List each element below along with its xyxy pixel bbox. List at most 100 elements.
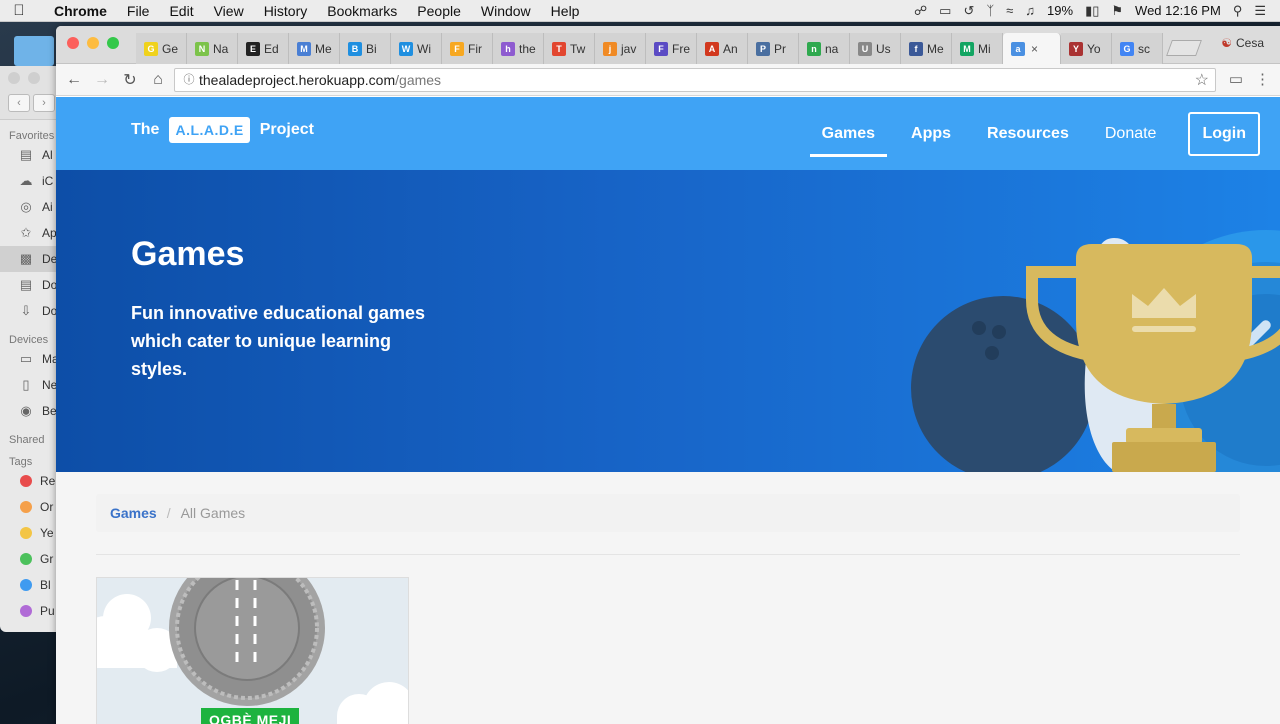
chrome-menu-icon[interactable]: ⋮ — [1255, 70, 1270, 88]
finder-back-icon[interactable]: ‹ — [8, 94, 30, 112]
window-close-button[interactable] — [67, 37, 79, 49]
battery-percent[interactable]: 19% — [1047, 3, 1073, 18]
airplay-icon[interactable]: ▭ — [939, 3, 951, 19]
battery-icon[interactable]: ▮▯ — [1085, 3, 1099, 19]
site-info-icon[interactable]: ⓘ — [179, 70, 199, 90]
nav-resources[interactable]: Resources — [969, 97, 1087, 170]
window-minimize-button[interactable] — [87, 37, 99, 49]
finder-close-button[interactable] — [8, 72, 20, 84]
back-arrow-icon[interactable]: ← — [60, 71, 88, 89]
menu-clock[interactable]: Wed 12:16 PM — [1135, 3, 1221, 18]
nav-apps[interactable]: Apps — [893, 97, 969, 170]
nav-links: Games Apps Resources Donate Login — [804, 97, 1260, 170]
nav-games[interactable]: Games — [804, 97, 893, 170]
finder-item-airdrop[interactable]: ◎ Ai — [0, 194, 59, 220]
tab-favicon-icon: Y — [1069, 41, 1083, 56]
browser-tab[interactable]: F Fre — [646, 33, 697, 64]
finder-tag-item[interactable]: Pu — [0, 598, 59, 624]
tab-favicon-icon: W — [399, 41, 413, 56]
hero-illustration — [911, 230, 1280, 472]
tab-label: Ge — [162, 41, 179, 56]
finder-tag-item[interactable]: Gr — [0, 546, 59, 572]
brand-the: The — [131, 121, 160, 138]
finder-item-documents[interactable]: ▤ Do — [0, 272, 59, 298]
finder-item-device[interactable]: ▯ Ne — [0, 372, 59, 398]
volume-icon[interactable]: ♫ — [1025, 3, 1035, 18]
menu-file[interactable]: File — [117, 3, 160, 19]
new-tab-button[interactable] — [1166, 40, 1202, 56]
finder-item-downloads[interactable]: ⇩ Do — [0, 298, 59, 324]
tab-active[interactable]: a × — [1003, 33, 1061, 64]
time-machine-icon[interactable]: ↺ — [963, 3, 974, 19]
files-icon: ▤ — [19, 147, 33, 162]
wifi-icon[interactable]: ≈ — [1006, 3, 1013, 18]
finder-forward-icon[interactable]: › — [33, 94, 55, 112]
browser-tab[interactable]: A An — [697, 33, 748, 64]
spotlight-search-icon[interactable]: ⚲ — [1233, 3, 1243, 19]
finder-item-desktop[interactable]: ▩ De — [0, 246, 59, 272]
browser-tab[interactable]: U Us — [850, 33, 901, 64]
forward-arrow-icon[interactable]: → — [88, 71, 116, 89]
browser-tab[interactable]: h the — [493, 33, 544, 64]
window-zoom-button[interactable] — [107, 37, 119, 49]
finder-tag-item[interactable]: Ye — [0, 520, 59, 546]
game-card[interactable]: OGBÈ MEJI — [96, 577, 409, 724]
menu-bookmarks[interactable]: Bookmarks — [317, 3, 407, 19]
menu-help[interactable]: Help — [541, 3, 590, 19]
home-icon[interactable]: ⌂ — [144, 71, 172, 89]
menu-window[interactable]: Window — [471, 3, 541, 19]
finder-item-all-files[interactable]: ▤ Al — [0, 142, 59, 168]
notification-center-icon[interactable]: ☰ — [1254, 3, 1266, 19]
finder-section-favorites: Favorites — [9, 130, 55, 142]
breadcrumb-games-link[interactable]: Games — [110, 505, 157, 521]
finder-item-icloud[interactable]: ☁ iC — [0, 168, 59, 194]
tab-close-icon[interactable]: × — [1031, 42, 1038, 56]
browser-tab[interactable]: F Fir — [442, 33, 493, 64]
address-url[interactable]: thealadeproject.herokuapp.com/games — [199, 72, 441, 88]
tag-color-dot-icon — [20, 553, 32, 565]
site-brand[interactable]: The A.L.A.D.E Project — [131, 117, 314, 143]
apple-menu-icon[interactable]:  — [0, 2, 38, 19]
reload-icon[interactable]: ↻ — [116, 70, 144, 90]
address-bar[interactable]: ⓘ thealadeproject.herokuapp.com/games ☆ — [174, 68, 1216, 92]
nav-donate[interactable]: Donate — [1087, 97, 1175, 170]
finder-minimize-button[interactable] — [28, 72, 40, 84]
finder-item-applications[interactable]: ✩ Ap — [0, 220, 59, 246]
menu-history[interactable]: History — [254, 3, 318, 19]
browser-tab[interactable]: P Pr — [748, 33, 799, 64]
browser-tab[interactable]: G Ge — [136, 33, 187, 64]
menu-app-name[interactable]: Chrome — [38, 3, 117, 19]
finder-item-device[interactable]: ▭ Ma — [0, 346, 59, 372]
login-button[interactable]: Login — [1188, 111, 1260, 156]
bluetooth-icon[interactable]: ᛉ — [986, 3, 994, 18]
browser-tab[interactable]: M Me — [289, 33, 340, 64]
menu-edit[interactable]: Edit — [159, 3, 203, 19]
cast-icon[interactable]: ▭ — [1229, 70, 1243, 88]
desktop-folder-icon[interactable] — [14, 36, 54, 66]
tab-label: Ed — [264, 41, 279, 56]
menu-view[interactable]: View — [204, 3, 254, 19]
finder-tag-item[interactable]: Re — [0, 468, 59, 494]
browser-tab[interactable]: B Bi — [340, 33, 391, 64]
browser-tab[interactable]: M Mi — [952, 33, 1003, 64]
browser-tab[interactable]: Y Yo — [1061, 33, 1112, 64]
menu-people[interactable]: People — [407, 3, 471, 19]
browser-tab[interactable]: T Tw — [544, 33, 595, 64]
bookmark-star-icon[interactable]: ☆ — [1195, 70, 1209, 90]
creative-cloud-icon[interactable]: ☍ — [914, 3, 927, 19]
browser-tab[interactable]: Gsc — [1112, 33, 1163, 64]
profile-button[interactable]: ☯ Cesa — [1221, 36, 1264, 50]
input-source-flag-icon[interactable]: ⚑ — [1111, 3, 1123, 19]
finder-tag-item[interactable]: Or — [0, 494, 59, 520]
browser-tab[interactable]: E Ed — [238, 33, 289, 64]
tag-color-dot-icon — [20, 605, 32, 617]
browser-tab[interactable]: f Me — [901, 33, 952, 64]
finder-tag-item[interactable]: Bl — [0, 572, 59, 598]
browser-tab[interactable]: n na — [799, 33, 850, 64]
tab-label: Wi — [417, 41, 431, 56]
finder-item-device[interactable]: ◉ Be — [0, 398, 59, 424]
browser-tab[interactable]: j jav — [595, 33, 646, 64]
browser-tab[interactable]: W Wi — [391, 33, 442, 64]
browser-tab[interactable]: N Na — [187, 33, 238, 64]
finder-tag-label: Pu — [40, 604, 55, 618]
